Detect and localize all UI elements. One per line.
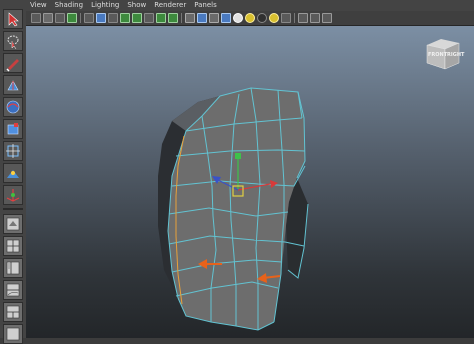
menu-shading[interactable]: Shading [55,0,83,11]
toolbox-divider [3,208,23,210]
isolate-select-icon[interactable] [298,13,308,23]
persp-graph-layout-icon[interactable] [3,280,23,300]
smooth-shade-icon[interactable] [197,13,207,23]
viewcube[interactable]: FRONT RIGHT [423,33,465,73]
hypershade-layout-icon[interactable] [3,302,23,322]
motion-blur-icon[interactable] [281,13,291,23]
toolbar-separator [294,13,295,23]
select-camera-icon[interactable] [31,13,41,23]
outliner-layout-icon[interactable] [3,324,23,344]
x-ray-icon[interactable] [221,13,231,23]
bookmark-icon[interactable] [55,13,65,23]
single-perspective-layout-icon[interactable] [3,214,23,234]
menu-show[interactable]: Show [127,0,146,11]
select-tool-icon[interactable] [3,9,23,29]
perspective-viewport[interactable]: FRONT RIGHT [26,26,474,338]
show-manipulator-icon[interactable] [3,185,23,205]
xray-active-components-icon[interactable] [322,13,332,23]
shadows-icon[interactable] [257,13,267,23]
rotate-tool-icon[interactable] [3,97,23,117]
menu-renderer[interactable]: Renderer [154,0,186,11]
scale-tool-icon[interactable] [3,119,23,139]
viewcube-right-label: RIGHT [447,52,465,58]
safe-action-icon[interactable] [144,13,154,23]
resolution-gate-icon[interactable] [108,13,118,23]
menu-panels[interactable]: Panels [194,0,217,11]
menu-lighting[interactable]: Lighting [91,0,119,11]
viewcube-front-label: FRONT [428,52,448,58]
use-all-lights-icon[interactable] [233,13,243,23]
panel-menu: View Shading Lighting Show Renderer Pane… [30,0,225,11]
film-gate-icon[interactable] [96,13,106,23]
texture-icon[interactable] [168,13,178,23]
lasso-tool-icon[interactable] [3,31,23,51]
universal-manipulator-icon[interactable] [3,141,23,161]
gate-mask-icon[interactable] [120,13,130,23]
safe-title-icon[interactable] [156,13,166,23]
toolbar-separator [181,13,182,23]
xray-joints-icon[interactable] [310,13,320,23]
menu-view[interactable]: View [30,0,47,11]
grid-icon[interactable] [84,13,94,23]
polygon-mesh[interactable] [26,26,474,338]
move-tool-icon[interactable] [3,75,23,95]
toolbar-separator [80,13,81,23]
camera-attributes-icon[interactable] [43,13,53,23]
paint-select-tool-icon[interactable] [3,53,23,73]
wireframe-on-shaded-icon[interactable] [209,13,219,23]
image-plane-icon[interactable] [67,13,77,23]
default-light-icon[interactable] [245,13,255,23]
persp-outliner-layout-icon[interactable] [3,258,23,278]
panel-menu-bar: View Shading Lighting Show Renderer Pane… [26,0,474,11]
soft-modification-icon[interactable] [3,163,23,183]
field-chart-icon[interactable] [132,13,142,23]
four-view-layout-icon[interactable] [3,236,23,256]
panel-toolbar [26,11,474,26]
screen-space-ao-icon[interactable] [269,13,279,23]
wireframe-icon[interactable] [185,13,195,23]
tool-box [0,0,27,344]
